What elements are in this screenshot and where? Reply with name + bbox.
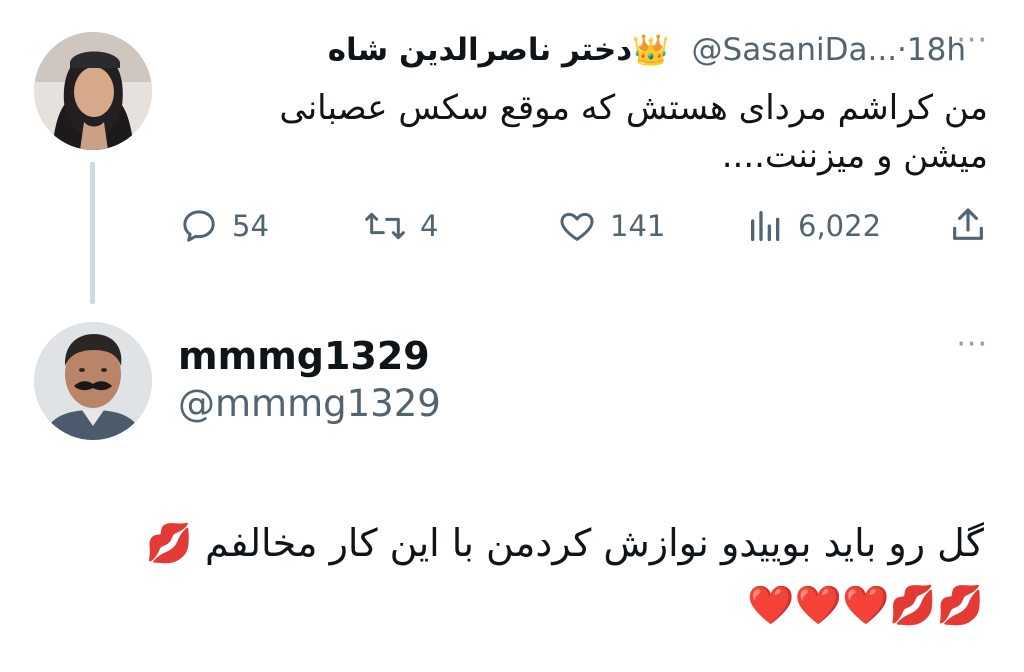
like-count: 141 — [610, 209, 666, 243]
tweet1-handle[interactable]: @SasaniDa... — [692, 32, 898, 68]
retweet-button[interactable]: 4 — [362, 206, 438, 246]
tweet1-separator: · — [897, 32, 907, 68]
tweet2-text: گل رو باید بوییدو نوازش کردمن با این کار… — [145, 521, 984, 627]
thread-connector-line — [90, 162, 95, 304]
retweet-count: 4 — [420, 209, 439, 243]
tweet1-more-options-icon[interactable]: ··· — [956, 26, 988, 56]
like-button[interactable]: 141 — [556, 206, 665, 246]
tweet1-text: من کراشم مردای هستش که موقع سکس عصبانی م… — [279, 88, 988, 176]
avatar-photo-man — [34, 322, 152, 440]
share-button[interactable] — [948, 204, 988, 246]
views-bar-chart-icon — [751, 211, 780, 241]
heart-icon — [560, 212, 594, 241]
crown-emoji-icon: 👑 — [632, 32, 670, 68]
reply-count: 54 — [232, 209, 269, 243]
retweet-icon — [365, 212, 405, 240]
views-button[interactable]: 6,022 — [746, 206, 881, 246]
tweet1-action-bar: 54 4 141 6,022 — [178, 200, 988, 252]
tweet2-more-options-icon[interactable]: ··· — [956, 330, 988, 360]
reply-icon — [183, 210, 215, 242]
view-count: 6,022 — [798, 209, 882, 243]
tweet2-display-name[interactable]: mmmg1329 — [178, 334, 430, 378]
avatar-tweet2[interactable] — [34, 322, 152, 440]
tweet1-header: دختر ناصرالدین شاه 👑 @SasaniDa... · 18h — [328, 30, 966, 70]
tweet2-handle[interactable]: @mmmg1329 — [178, 382, 441, 425]
tweet1-display-name[interactable]: دختر ناصرالدین شاه — [328, 32, 632, 68]
share-icon — [953, 208, 983, 240]
reply-button[interactable]: 54 — [178, 206, 269, 246]
